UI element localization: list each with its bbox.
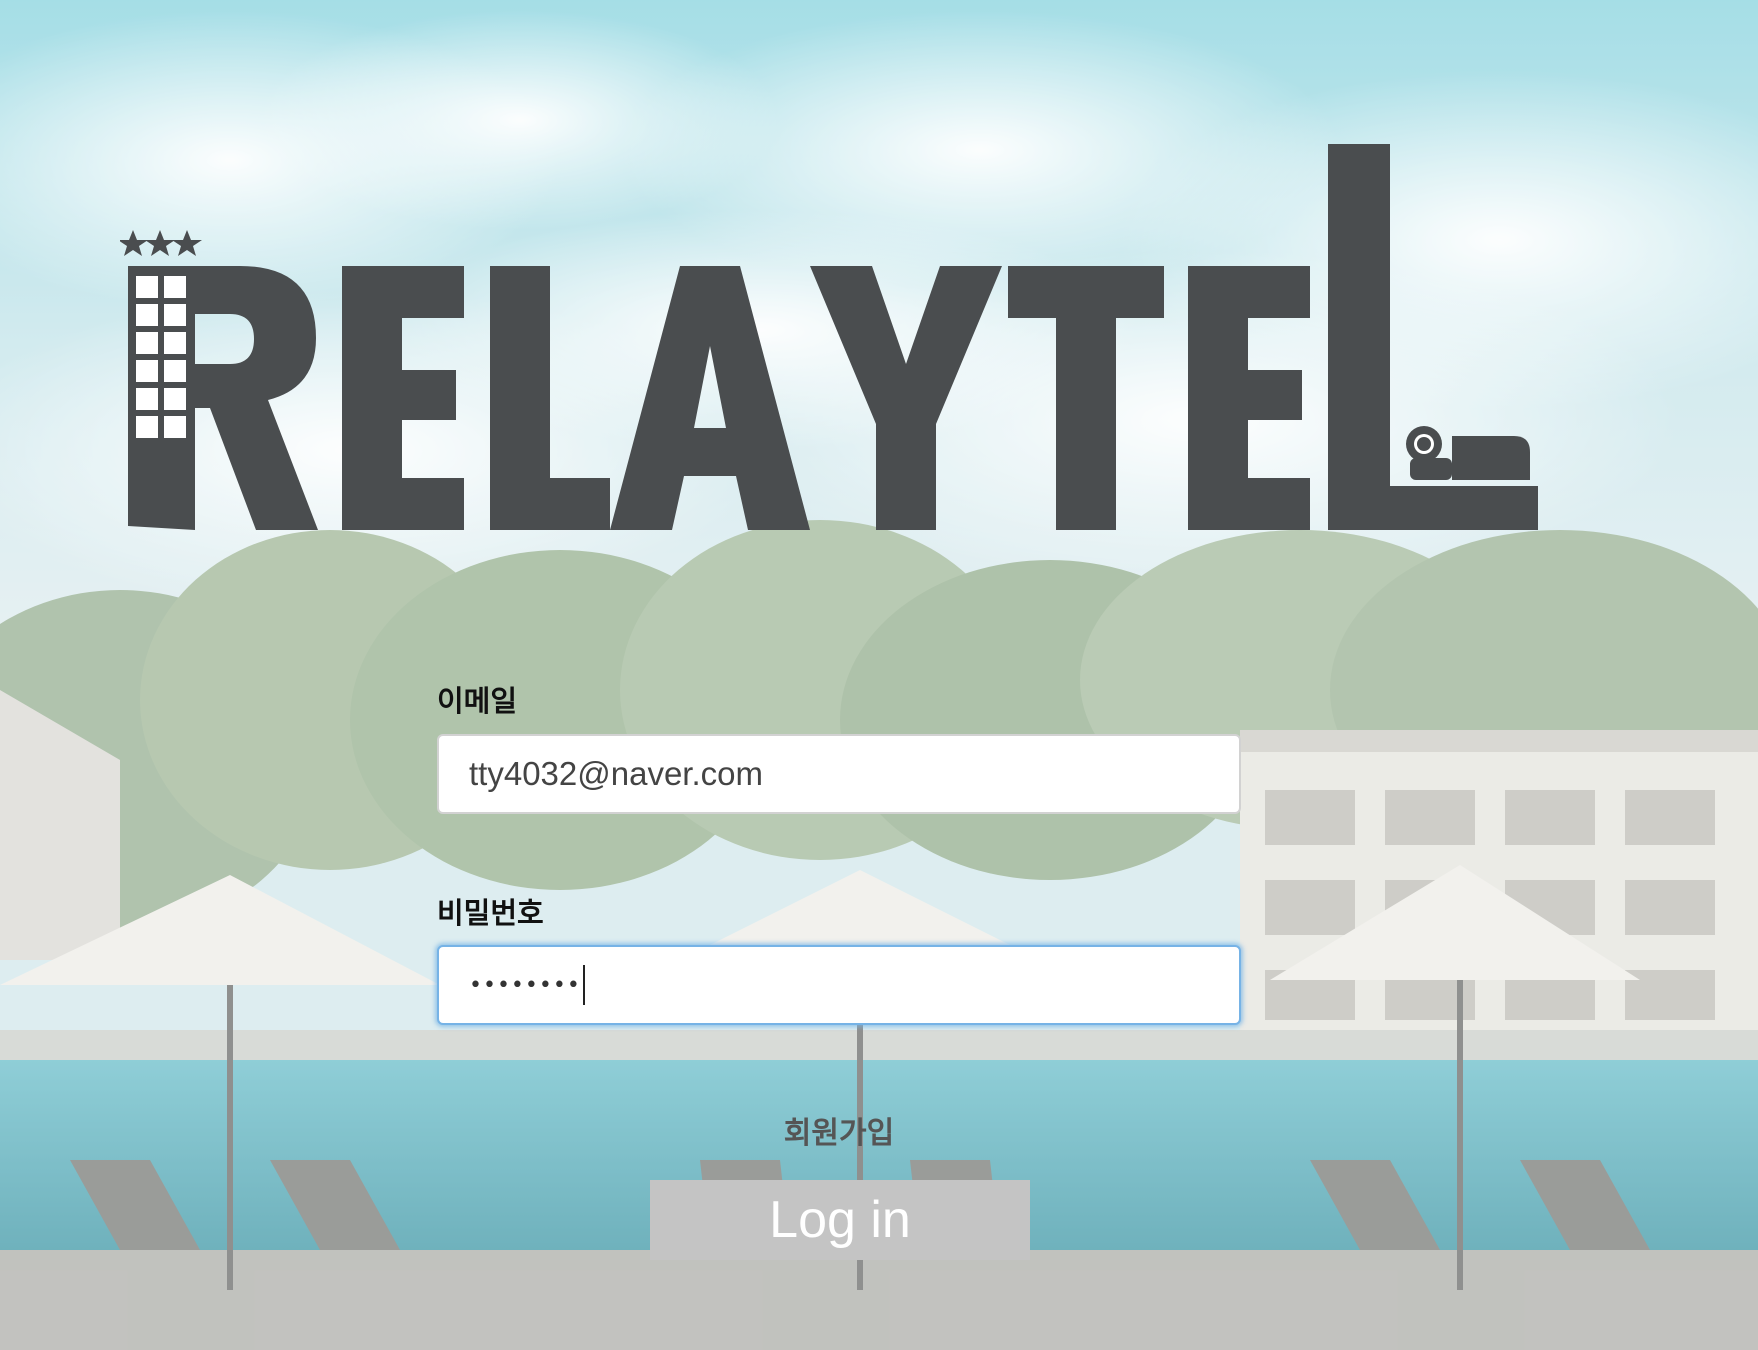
email-field[interactable]: tty4032@naver.com	[437, 734, 1241, 814]
email-label: 이메일	[437, 684, 518, 718]
signup-link[interactable]: 회원가입	[0, 1108, 1678, 1152]
text-caret	[582, 965, 585, 1005]
password-field[interactable]: ••••••••	[437, 945, 1241, 1025]
email-value: tty4032@naver.com	[469, 755, 763, 792]
star-icon	[145, 230, 175, 256]
login-button[interactable]: Log in	[650, 1180, 1030, 1260]
login-page: 이메일 tty4032@naver.com 비밀번호 •••••••• 회원가입…	[0, 0, 1758, 1350]
password-label: 비밀번호	[437, 896, 544, 930]
star-icon	[120, 230, 148, 256]
relaytel-logo	[120, 144, 1538, 530]
password-value: ••••••••	[469, 972, 581, 998]
star-icon	[172, 230, 202, 256]
